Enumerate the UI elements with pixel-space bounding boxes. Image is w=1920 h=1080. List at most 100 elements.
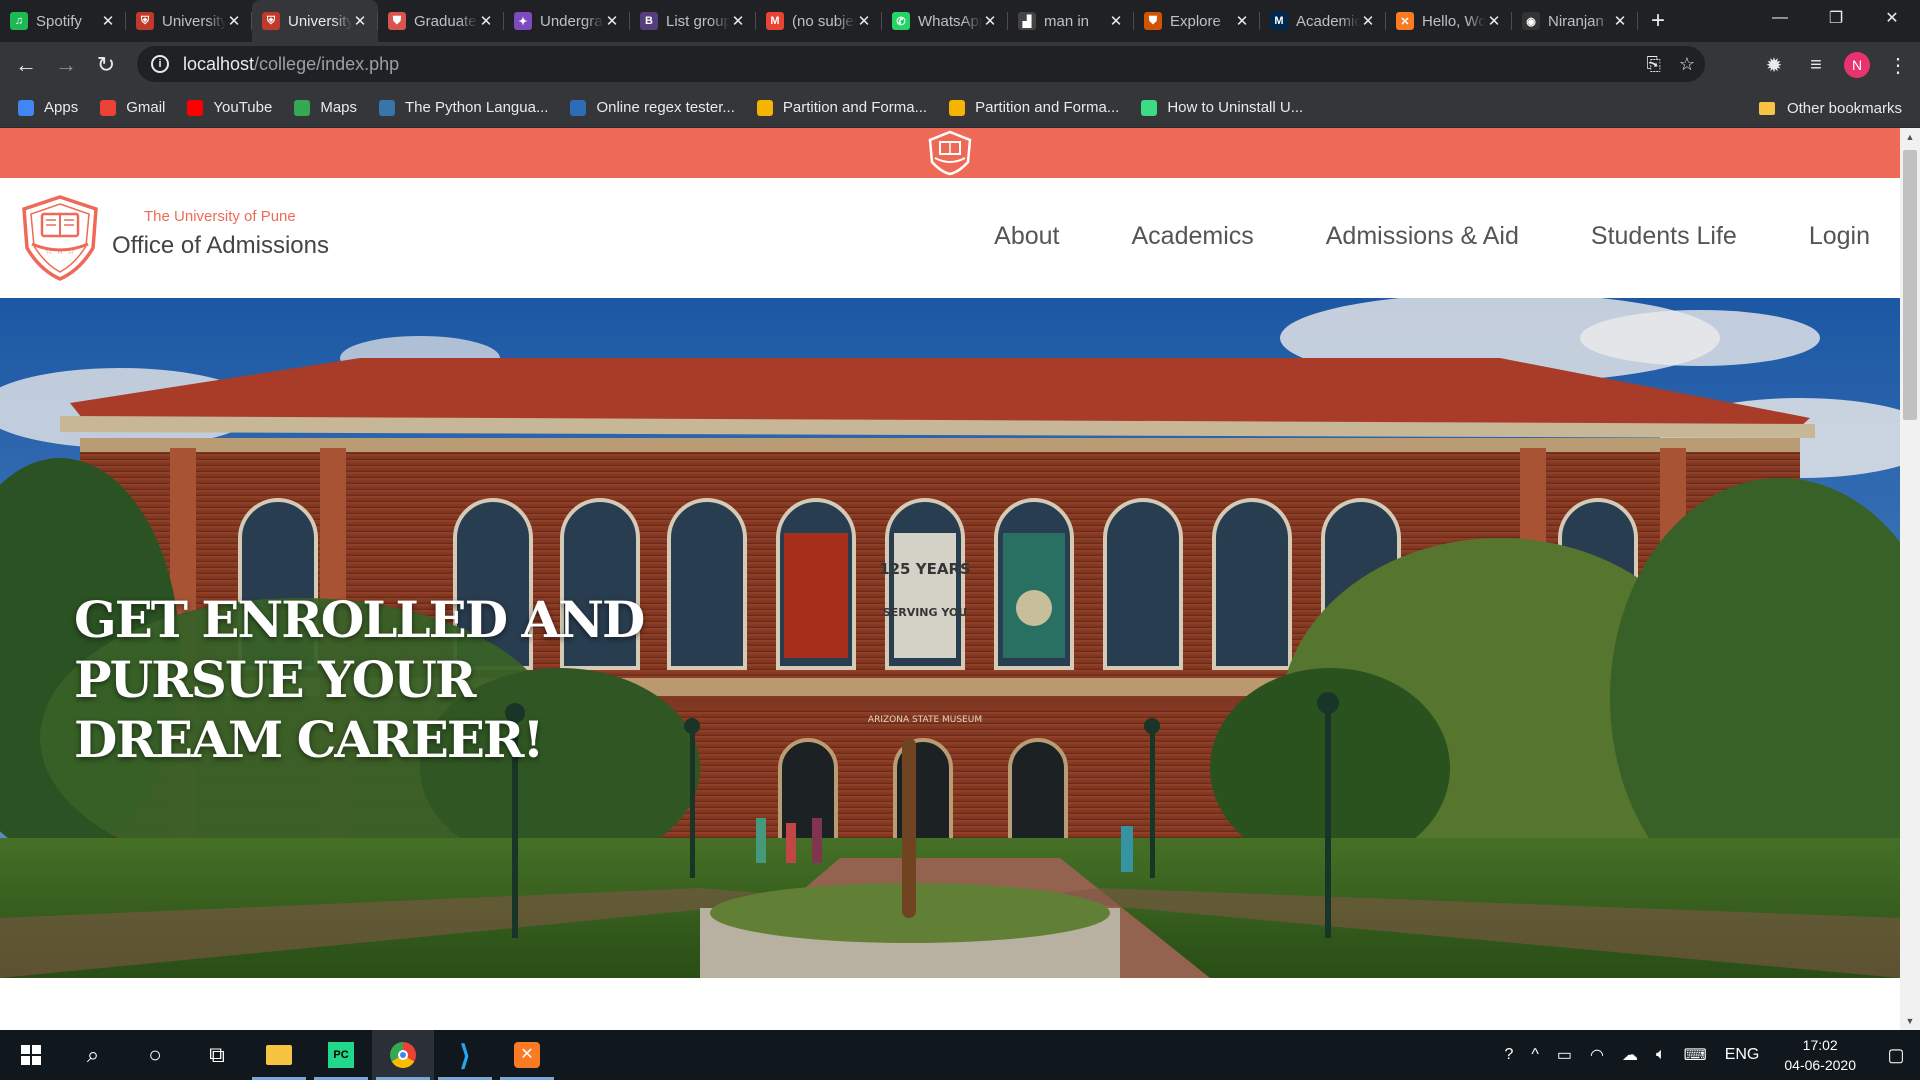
battery-icon[interactable]: ▭ [1548, 1045, 1581, 1065]
pycharm-icon[interactable]: PC [310, 1030, 372, 1080]
bookmark-item[interactable]: Maps [294, 99, 357, 116]
gmail-icon [100, 99, 117, 116]
minimize-button[interactable]: — [1752, 0, 1808, 36]
show-hidden-icons-chevron-icon[interactable]: ^ [1522, 1046, 1548, 1064]
bookmark-star-icon[interactable]: ☆ [1679, 54, 1695, 75]
back-button[interactable]: ← [6, 45, 46, 85]
onedrive-cloud-icon[interactable]: ☁ [1613, 1045, 1647, 1065]
browser-tab[interactable]: B List group ✕ [630, 0, 756, 42]
bookmark-item[interactable]: Online regex tester... [570, 99, 735, 116]
tab-label: man in [1044, 12, 1090, 30]
xampp-icon[interactable]: ✕ [496, 1030, 558, 1080]
scroll-down-arrow-icon[interactable]: ▼ [1900, 1012, 1920, 1030]
university-logo[interactable]: ☆ ☆ ☆ [18, 194, 102, 282]
browser-tab[interactable]: ♫ Spotify ✕ [0, 0, 126, 42]
browser-tab[interactable]: ⛨ University ✕ [126, 0, 252, 42]
chrome-menu-icon[interactable]: ⋮ [1884, 53, 1912, 78]
volume-icon[interactable]: 🔈︎ [1647, 1046, 1675, 1064]
translate-icon[interactable]: ⎘ [1646, 54, 1660, 75]
whatsapp-icon: ✆ [892, 12, 910, 30]
restore-button[interactable]: ❐ [1808, 0, 1864, 36]
extension-puzzle-icon[interactable]: ✹ [1760, 53, 1788, 78]
browser-tab[interactable]: ✆ WhatsApp ✕ [882, 0, 1008, 42]
media-queue-icon[interactable]: ≡ [1802, 54, 1830, 77]
url-text[interactable]: localhost/college/index.php [183, 54, 399, 75]
browser-tab[interactable]: ⛊ Graduate ✕ [378, 0, 504, 42]
brand-subtitle: The University of Pune [144, 208, 296, 225]
tab-close-icon[interactable]: ✕ [1360, 13, 1376, 30]
close-window-button[interactable]: ✕ [1864, 0, 1920, 36]
tab-close-icon[interactable]: ✕ [1234, 13, 1250, 30]
nav-admissions-aid[interactable]: Admissions & Aid [1326, 222, 1519, 251]
bookmark-item[interactable]: Partition and Forma... [756, 99, 927, 116]
nav-students-life[interactable]: Students Life [1591, 222, 1737, 251]
reload-button[interactable]: ↻ [86, 45, 126, 85]
browser-tab[interactable]: M Academics✕ [1260, 0, 1386, 42]
android-icon [1141, 99, 1158, 116]
browser-tab[interactable]: M (no subject)✕ [756, 0, 882, 42]
tab-close-icon[interactable]: ✕ [604, 13, 620, 30]
page-viewport: ☆ ☆ ☆ The University of Pune Office of A… [0, 128, 1920, 1030]
nav-academics[interactable]: Academics [1131, 222, 1253, 251]
new-tab-button[interactable]: + [1638, 0, 1678, 42]
wifi-icon[interactable]: ◠ [1581, 1045, 1613, 1065]
site-header: ☆ ☆ ☆ The University of Pune Office of A… [0, 178, 1900, 298]
file-explorer-icon[interactable] [248, 1030, 310, 1080]
keyboard-icon[interactable]: ⌨ [1675, 1045, 1716, 1065]
github-icon: ◉ [1522, 12, 1540, 30]
tab-close-icon[interactable]: ✕ [100, 13, 116, 30]
clock[interactable]: 17:02 04-06-2020 [1768, 1035, 1872, 1075]
tab-label: Graduate [414, 12, 477, 30]
chrome-icon[interactable] [372, 1030, 434, 1080]
vscode-icon[interactable]: ⟩ [434, 1030, 496, 1080]
browser-tab[interactable]: ✦ Undergraduate✕ [504, 0, 630, 42]
browser-tab[interactable]: ✕Hello, World✕ [1386, 0, 1512, 42]
help-icon[interactable]: ? [1495, 1046, 1522, 1064]
tab-close-icon[interactable]: ✕ [982, 13, 998, 30]
other-bookmarks-folder[interactable]: Other bookmarks [1758, 88, 1902, 128]
tab-close-icon[interactable]: ✕ [1612, 13, 1628, 30]
bookmark-label: Apps [44, 99, 79, 116]
tab-close-icon[interactable]: ✕ [478, 13, 494, 30]
brand-title[interactable]: Office of Admissions [112, 232, 329, 260]
tab-label: (no subject) [792, 12, 856, 30]
bookmark-item[interactable]: YouTube [187, 99, 272, 116]
tab-label: Spotify [36, 12, 82, 30]
page-scrollbar[interactable]: ▲ ▼ [1900, 128, 1920, 1030]
notifications-icon[interactable]: ▢ [1872, 1030, 1920, 1080]
browser-tab[interactable]: ▟ man in ✕ [1008, 0, 1134, 42]
bookmark-item[interactable]: Gmail [100, 99, 165, 116]
browser-tab-strip: ♫ Spotify ✕ ⛨ University ✕ ⛨ University ✕ ⛊ Gradua… [0, 0, 1920, 42]
bootstrap-icon: B [640, 12, 658, 30]
tab-close-icon[interactable]: ✕ [856, 13, 872, 30]
scrollbar-thumb[interactable] [1903, 150, 1917, 420]
search-icon[interactable]: ⌕ [62, 1030, 124, 1080]
site-info-icon[interactable]: i [151, 55, 169, 73]
browser-tab[interactable]: ◉ Niranjan ✕ [1512, 0, 1638, 42]
bookmark-item[interactable]: Partition and Forma... [949, 99, 1119, 116]
forward-button[interactable]: → [46, 45, 86, 85]
bookmark-item[interactable]: The Python Langua... [379, 99, 548, 116]
bookmark-item[interactable]: How to Uninstall U... [1141, 99, 1303, 116]
language-indicator[interactable]: ENG [1716, 1046, 1769, 1064]
browser-tab[interactable]: ⛊ Explore ✕ [1134, 0, 1260, 42]
tab-close-icon[interactable]: ✕ [730, 13, 746, 30]
profile-avatar[interactable]: N [1844, 52, 1870, 78]
task-view-icon[interactable]: ⧉ [186, 1030, 248, 1080]
browser-tab[interactable]: ⛨ University ✕ [252, 0, 378, 42]
windows-start-icon[interactable] [0, 1030, 62, 1080]
bookmark-item[interactable]: Apps [18, 99, 78, 116]
tab-close-icon[interactable]: ✕ [1486, 13, 1502, 30]
hero-banner: 125 YEARS SERVING YOU ARIZONA STATE MUSE… [0, 298, 1900, 978]
address-bar[interactable]: i localhost/college/index.php ⎘ ☆ [137, 46, 1705, 82]
nav-about[interactable]: About [994, 222, 1059, 251]
tab-close-icon[interactable]: ✕ [352, 13, 368, 30]
tab-close-icon[interactable]: ✕ [226, 13, 242, 30]
nav-login[interactable]: Login [1809, 222, 1870, 251]
scroll-up-arrow-icon[interactable]: ▲ [1900, 128, 1920, 146]
cortana-icon[interactable]: ○ [124, 1030, 186, 1080]
folder-icon [1758, 101, 1775, 115]
partition-icon [756, 99, 773, 116]
bookmark-label: Online regex tester... [596, 99, 735, 116]
tab-close-icon[interactable]: ✕ [1108, 13, 1124, 30]
